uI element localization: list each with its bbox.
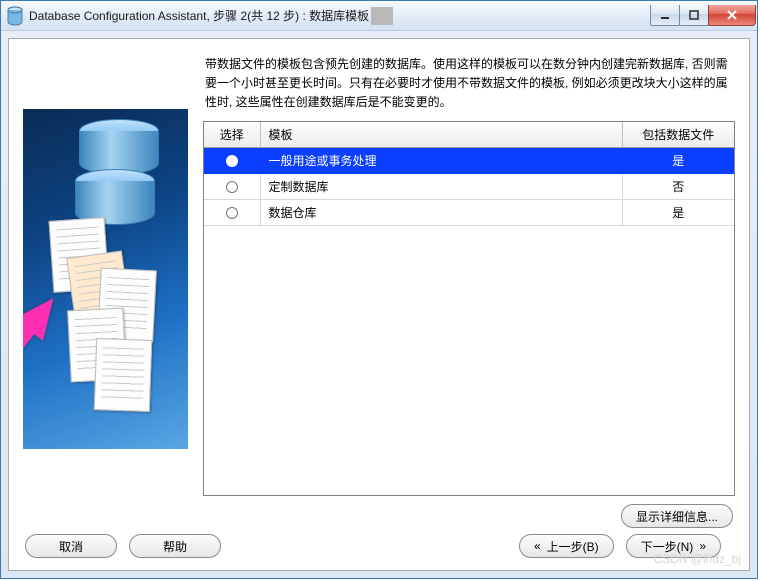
close-button[interactable] — [708, 5, 756, 26]
content-panel: 带数据文件的模板包含预先创建的数据库。使用这样的模板可以在数分钟内创建完新数据库… — [8, 38, 750, 571]
cell-template: 定制数据库 — [260, 173, 622, 199]
show-details-button[interactable]: 显示详细信息... — [621, 504, 733, 528]
wizard-illustration — [23, 49, 193, 528]
cell-includes: 是 — [622, 199, 734, 225]
cell-includes: 是 — [622, 147, 734, 173]
table-empty-area — [204, 226, 734, 495]
radio-icon[interactable] — [226, 181, 238, 193]
cell-template: 一般用途或事务处理 — [260, 147, 622, 173]
col-header-includes[interactable]: 包括数据文件 — [622, 122, 734, 148]
maximize-button[interactable] — [679, 5, 709, 26]
cell-template: 数据仓库 — [260, 199, 622, 225]
cancel-button[interactable]: 取消 — [25, 534, 117, 558]
col-header-select[interactable]: 选择 — [204, 122, 260, 148]
app-window: Database Configuration Assistant, 步骤 2(共… — [0, 0, 758, 579]
back-button-label: 上一步(B) — [547, 538, 599, 555]
table-row[interactable]: 一般用途或事务处理 是 — [204, 147, 734, 173]
wizard-nav-bar: 取消 帮助 « 上一步(B) 下一步(N) » — [23, 528, 735, 560]
cell-includes: 否 — [622, 173, 734, 199]
back-button[interactable]: « 上一步(B) — [519, 534, 614, 558]
next-button[interactable]: 下一步(N) » — [626, 534, 721, 558]
radio-icon[interactable] — [226, 207, 238, 219]
title-bar[interactable]: Database Configuration Assistant, 步骤 2(共… — [1, 1, 757, 31]
help-button[interactable]: 帮助 — [129, 534, 221, 558]
description-text: 带数据文件的模板包含预先创建的数据库。使用这样的模板可以在数分钟内创建完新数据库… — [203, 49, 735, 121]
col-header-template[interactable]: 模板 — [260, 122, 622, 148]
app-icon — [7, 6, 23, 26]
window-controls — [651, 5, 756, 26]
table-row[interactable]: 定制数据库 否 — [204, 173, 734, 199]
template-table: 选择 模板 包括数据文件 一般用途或事务处理 是 — [203, 121, 735, 496]
chevron-right-icon: » — [699, 539, 706, 553]
window-title: Database Configuration Assistant, 步骤 2(共… — [29, 7, 369, 24]
table-row[interactable]: 数据仓库 是 — [204, 199, 734, 225]
minimize-button[interactable] — [650, 5, 680, 26]
radio-icon[interactable] — [226, 155, 238, 167]
chevron-left-icon: « — [534, 539, 541, 553]
next-button-label: 下一步(N) — [641, 538, 694, 555]
title-redacted-block — [371, 7, 393, 25]
table-header-row: 选择 模板 包括数据文件 — [204, 122, 734, 148]
